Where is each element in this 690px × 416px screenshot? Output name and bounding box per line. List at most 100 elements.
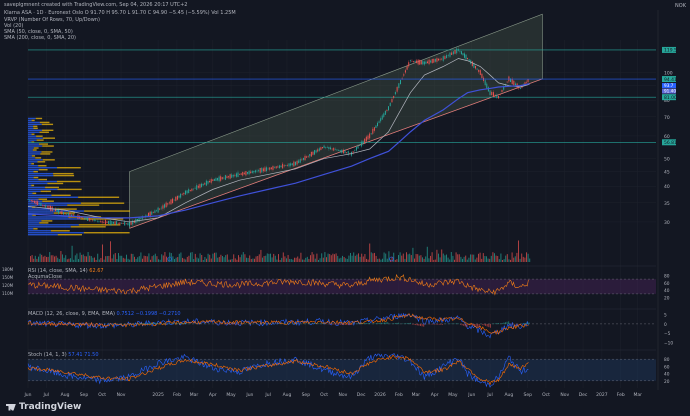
price-candle-body <box>173 199 175 201</box>
oscillator-tick-label: −5 <box>664 331 671 337</box>
volume-profile-down-bar <box>53 172 74 175</box>
volume-bar <box>306 256 308 262</box>
price-candle-body <box>149 211 151 217</box>
volume-bar <box>97 253 99 262</box>
volume-bar <box>367 259 369 262</box>
x-axis-tick-label: Jul <box>43 392 49 398</box>
price-candle-body <box>321 147 323 149</box>
price-candle-body <box>93 219 95 221</box>
volume-bar <box>242 252 244 262</box>
ohlc-values: O 91.70 H 95.70 L 91.70 C 94.90 −5.45 (−… <box>84 10 210 16</box>
price-candle-body <box>314 150 316 155</box>
price-candle-body <box>411 60 413 62</box>
price-candle-body <box>188 189 190 194</box>
volume-bar <box>386 258 388 262</box>
volume-bar <box>226 254 228 262</box>
macd-histogram-bar <box>432 323 434 325</box>
price-candle-body <box>261 167 263 173</box>
volume-profile-up-bar <box>28 218 81 220</box>
price-candle-body <box>309 154 311 157</box>
volume-profile-down-bar <box>31 184 35 187</box>
macd-histogram-bar <box>348 323 350 325</box>
price-candle-body <box>433 58 435 63</box>
price-candle-body <box>451 52 453 55</box>
price-candle-body <box>344 150 346 154</box>
price-candle-body <box>375 125 377 128</box>
price-candle-body <box>232 174 234 177</box>
x-axis-tick-label: 2025 <box>152 392 164 398</box>
macd-histogram-bar <box>438 323 440 325</box>
macd-histogram-bar <box>496 323 498 325</box>
price-candle-body <box>394 92 396 95</box>
volume-bar <box>138 256 140 262</box>
price-tick-label: 45 <box>664 170 670 176</box>
price-candle-body <box>501 90 503 93</box>
price-candle-body <box>274 167 276 168</box>
volume-bar <box>418 255 420 262</box>
volume-bar <box>148 253 150 262</box>
macd-histogram-bar <box>503 322 505 325</box>
price-candle-body <box>499 94 501 95</box>
price-candle-body <box>38 203 40 205</box>
volume-bar <box>292 259 294 262</box>
price-candle-body <box>442 56 444 61</box>
x-axis-tick-label: Mar <box>190 392 199 398</box>
volume-bar <box>412 247 414 262</box>
volume-bar <box>33 258 35 262</box>
price-candle-body <box>341 149 343 153</box>
volume-bar <box>183 258 185 262</box>
volume-profile-down-bar <box>41 123 54 126</box>
volume-bar <box>270 253 271 262</box>
macd-legend[interactable]: MACD (12, 26, close, 9, EMA, EMA) 0.7512… <box>28 311 181 317</box>
price-candle-body <box>331 148 333 150</box>
price-candle-body <box>59 211 61 213</box>
macd-histogram-bar <box>403 323 405 325</box>
volume-bar <box>126 254 127 262</box>
volume-bar <box>422 257 423 262</box>
volume-bar <box>295 257 297 262</box>
volume-bar <box>38 256 39 262</box>
volume-bar <box>122 257 124 262</box>
price-candle-body <box>334 149 336 151</box>
indicator-sma200[interactable]: SMA (200, close, 0, SMA, 20) <box>4 35 76 41</box>
price-candle-body <box>42 204 44 206</box>
symbol-name[interactable]: Klarna ASA · 1D · Euronext Oslo <box>4 10 83 16</box>
currency-label[interactable]: NOK <box>675 3 686 9</box>
price-candle-body <box>266 167 268 172</box>
volume-bar <box>55 255 57 262</box>
macd-histogram-bar <box>518 323 520 325</box>
macd-histogram-bar <box>346 323 348 325</box>
price-candle-body <box>434 59 436 62</box>
volume-profile-up-bar <box>28 176 34 179</box>
price-candle-body <box>129 222 131 226</box>
volume-profile-down-bar <box>41 151 53 153</box>
price-candle-body <box>514 83 516 86</box>
volume-bar <box>210 258 212 262</box>
price-candle-body <box>248 170 250 175</box>
price-candle-body <box>365 136 367 142</box>
volume-profile-down-bar <box>57 188 82 191</box>
volume-bar <box>166 256 167 262</box>
volume-bar <box>79 252 81 262</box>
price-candle-body <box>165 202 167 208</box>
stoch-legend[interactable]: Stoch (14, 1, 3) 57.41 71.50 <box>28 352 99 358</box>
macd-histogram-bar <box>140 323 142 325</box>
volume-bar <box>474 259 476 262</box>
volume-bar <box>329 254 331 262</box>
volume-bar <box>340 257 342 262</box>
volume-bar <box>313 254 315 262</box>
volume-bar <box>186 256 188 262</box>
volume-bar <box>361 253 363 262</box>
volume-bar <box>399 252 401 262</box>
symbol-line: Klarna ASA · 1D · Euronext Oslo O 91.70 … <box>4 10 236 16</box>
volume-profile-up-bar <box>28 149 33 151</box>
volume-bar <box>404 258 406 262</box>
volume-profile-up-bar <box>28 119 32 122</box>
chart-canvas[interactable]: 303540455060708090100120119.581.0056.819… <box>0 0 690 416</box>
volume-bar <box>222 255 223 262</box>
volume-bar <box>326 257 327 262</box>
level-label: 56.81 <box>664 140 677 146</box>
volume-bar <box>318 259 319 262</box>
volume-profile-up-bar <box>28 145 43 147</box>
volume-bar <box>297 256 299 262</box>
